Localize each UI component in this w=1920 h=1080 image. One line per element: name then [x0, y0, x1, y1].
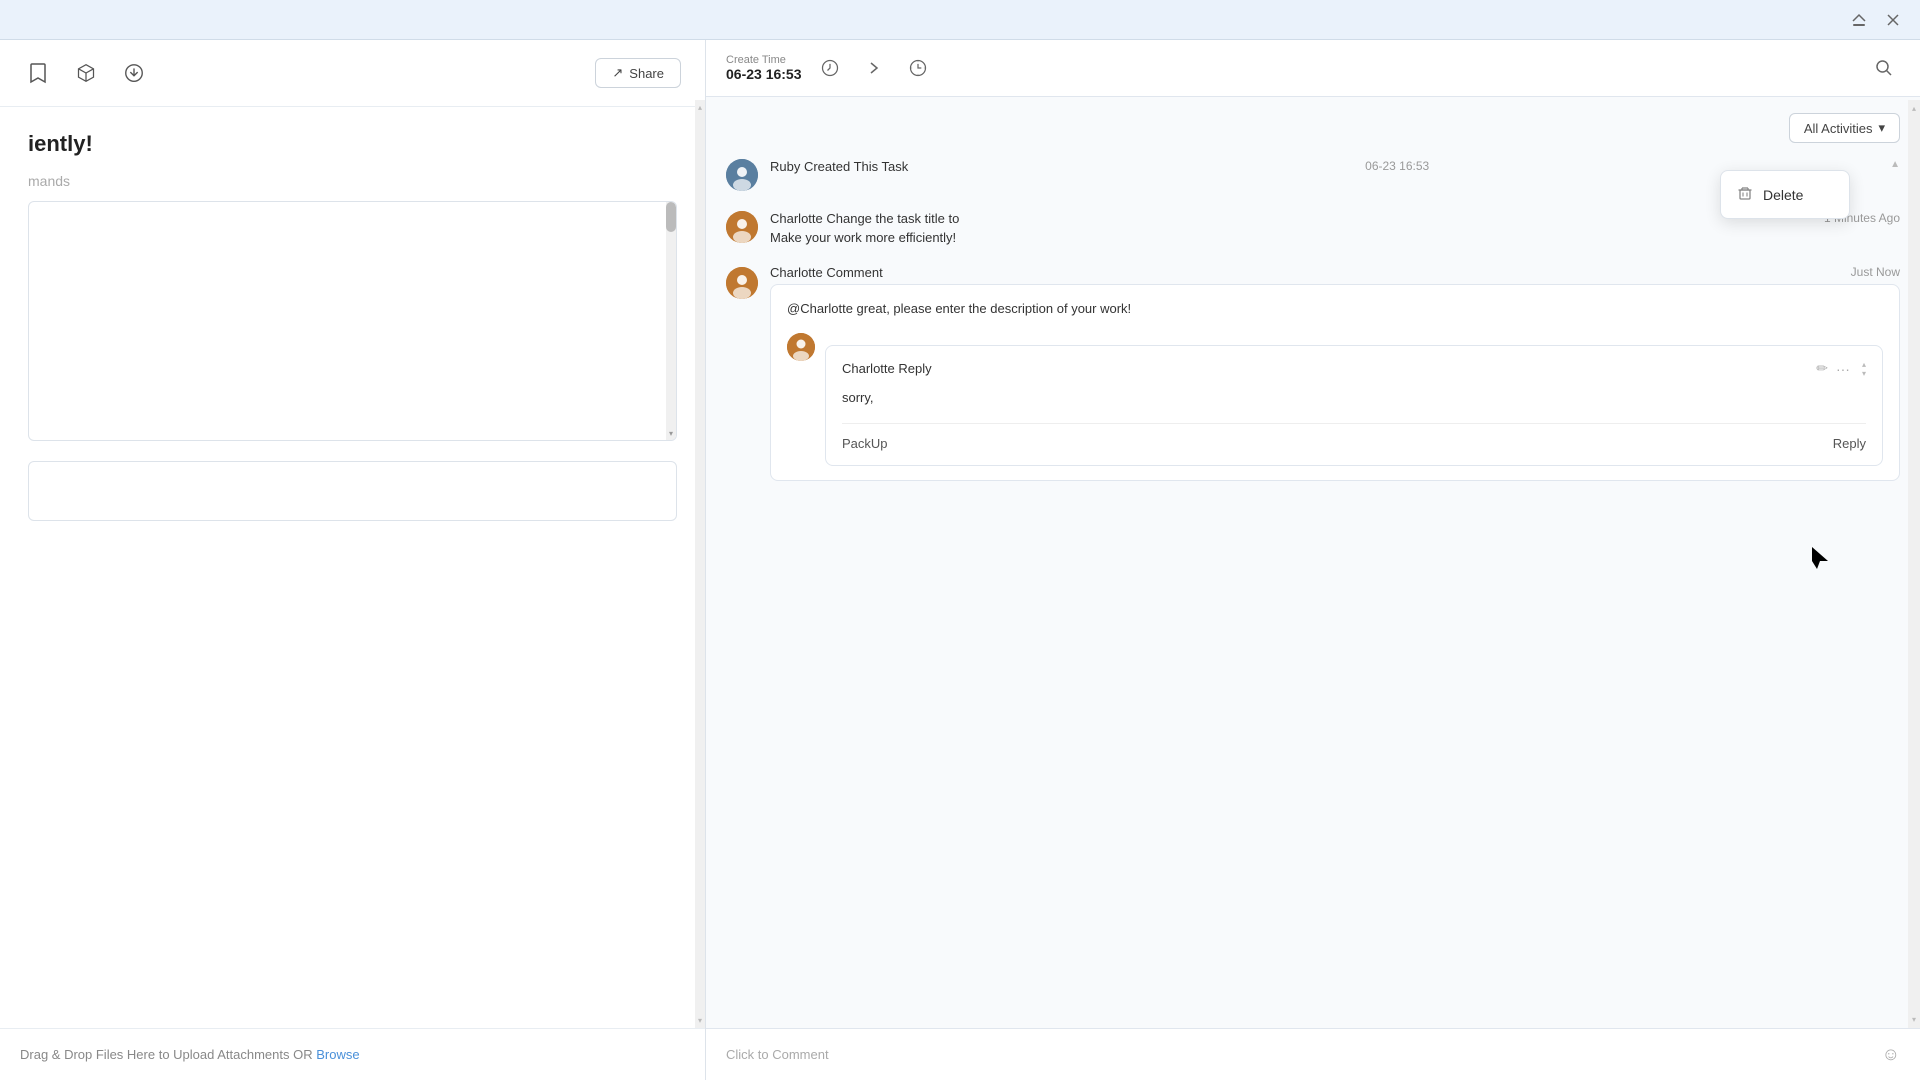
avatar-charlotte-reply	[787, 333, 815, 361]
nav-clock-button[interactable]	[902, 52, 934, 84]
secondary-text-area[interactable]	[28, 461, 677, 521]
cube-icon[interactable]	[72, 59, 100, 87]
create-time-section: Create Time 06-23 16:53	[726, 54, 802, 82]
context-menu: Delete	[1720, 170, 1850, 219]
download-circle-icon[interactable]	[120, 59, 148, 87]
activity-body-charlotte-comment: Charlotte Comment Just Now @Charlotte gr…	[770, 265, 1900, 481]
left-panel-scrollbar: ▴ ▾	[695, 100, 705, 1028]
nav-forward-button[interactable]	[858, 52, 890, 84]
more-icon[interactable]: ···	[1836, 361, 1850, 377]
all-activities-filter: All Activities ▾	[726, 113, 1900, 143]
browse-link[interactable]: Browse	[316, 1047, 359, 1062]
bottom-bar-left: Drag & Drop Files Here to Upload Attachm…	[0, 1028, 705, 1080]
activity-time-ruby: 06-23 16:53	[1365, 159, 1429, 173]
all-activities-button[interactable]: All Activities ▾	[1789, 113, 1900, 143]
avatar-charlotte	[726, 211, 758, 243]
activity-change-sub: Make your work more efficiently!	[770, 230, 1900, 245]
commands-label: mands	[28, 173, 677, 189]
share-icon: ↗	[612, 65, 623, 81]
reply-text: sorry,	[842, 388, 1866, 408]
minimize-icon[interactable]	[1848, 9, 1870, 31]
left-content: iently! mands ▾	[0, 107, 705, 1028]
edit-icon[interactable]: ✏	[1816, 360, 1828, 377]
reply-scroll-down: ▾	[1862, 369, 1866, 378]
chevron-down-icon: ▾	[1878, 120, 1885, 136]
reply-title: Charlotte Reply	[842, 361, 932, 376]
delete-icon	[1737, 185, 1753, 204]
activity-header-charlotte-comment: Charlotte Comment Just Now	[770, 265, 1900, 280]
activity-title-ruby: Ruby Created This Task	[770, 159, 908, 174]
search-button[interactable]	[1868, 52, 1900, 84]
drag-drop-text: Drag & Drop Files Here to Upload Attachm…	[20, 1047, 313, 1062]
reply-scroll-arrows: ▴ ▾	[1862, 360, 1866, 378]
avatar-charlotte-comment	[726, 267, 758, 299]
activity-change-main: Charlotte Change the task title to	[770, 211, 959, 226]
right-panel: Create Time 06-23 16:53 All Activities	[706, 40, 1920, 1080]
main-layout: ↗ Share iently! mands ▾ Drag & Drop File…	[0, 40, 1920, 1080]
scrollbar	[666, 202, 676, 440]
nav-back-button[interactable]	[814, 52, 846, 84]
share-button[interactable]: ↗ Share	[595, 58, 681, 88]
edge-scroll-up: ▴	[1912, 104, 1916, 113]
scroll-down-arrow: ▾	[698, 1016, 702, 1025]
activity-item-charlotte-comment: Charlotte Comment Just Now @Charlotte gr…	[726, 265, 1900, 481]
activity-title-comment: Charlotte Comment	[770, 265, 883, 280]
activity-time-comment: Just Now	[1851, 265, 1900, 279]
emoji-icon[interactable]: ☺	[1882, 1044, 1900, 1065]
edge-scroll-down: ▾	[1912, 1015, 1916, 1024]
avatar-ruby	[726, 159, 758, 191]
left-toolbar: ↗ Share	[0, 40, 705, 107]
task-title-partial: iently!	[28, 131, 677, 157]
comment-placeholder: Click to Comment	[726, 1047, 829, 1062]
create-time-value: 06-23 16:53	[726, 66, 802, 82]
top-bar-actions	[1848, 9, 1904, 31]
bookmark-icon[interactable]	[24, 59, 52, 87]
delete-menu-item[interactable]: Delete	[1721, 177, 1849, 212]
comment-section: @Charlotte great, please enter the descr…	[770, 284, 1900, 481]
close-icon[interactable]	[1882, 9, 1904, 31]
reply-header: Charlotte Reply ✏ ··· ▴ ▾	[842, 360, 1866, 378]
activities-panel: All Activities ▾ Ruby Created This Task	[706, 97, 1920, 1028]
create-time-label: Create Time	[726, 54, 802, 66]
reply-scroll-up: ▴	[1862, 360, 1866, 369]
top-bar	[0, 0, 1920, 40]
packup-button[interactable]: PackUp	[842, 436, 888, 451]
all-activities-label: All Activities	[1804, 121, 1873, 136]
right-edge-scrollbar: ▴ ▾	[1908, 100, 1920, 1028]
bottom-bar-right[interactable]: Click to Comment ☺	[706, 1028, 1920, 1080]
delete-label: Delete	[1763, 187, 1803, 203]
description-text-area[interactable]: ▾	[28, 201, 677, 441]
activity-expand-icon: ▲	[1890, 159, 1900, 170]
scrollbar-thumb	[666, 202, 676, 232]
left-panel: ↗ Share iently! mands ▾ Drag & Drop File…	[0, 40, 706, 1080]
scrollbar-bottom-arrow: ▾	[666, 426, 676, 440]
reply-section: Charlotte Reply ✏ ··· ▴ ▾	[825, 345, 1883, 467]
comment-text: @Charlotte great, please enter the descr…	[787, 299, 1883, 319]
right-toolbar: Create Time 06-23 16:53	[706, 40, 1920, 97]
scroll-up-arrow: ▴	[698, 103, 702, 112]
reply-footer: PackUp Reply	[842, 423, 1866, 451]
reply-container: Charlotte Reply ✏ ··· ▴ ▾	[787, 333, 1883, 467]
share-label: Share	[629, 66, 664, 81]
reply-button[interactable]: Reply	[1833, 436, 1866, 451]
reply-actions: ✏ ··· ▴ ▾	[1816, 360, 1866, 378]
